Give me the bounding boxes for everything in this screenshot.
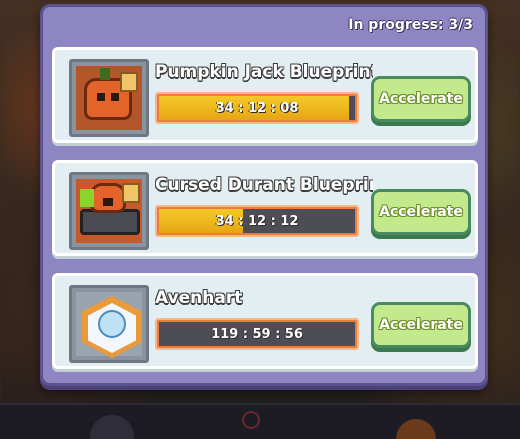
queue-item: Cursed Durant Blueprint 34 : 12 : 12 Acc… [52, 160, 478, 256]
timer-text: 34 : 12 : 08 [215, 100, 299, 116]
timer-text: 119 : 59 : 56 [211, 326, 303, 342]
pumpkin-jack-icon [69, 59, 149, 137]
progress-bar: 119 : 59 : 56 [155, 318, 359, 350]
progress-bar: 34 : 12 : 12 [155, 205, 359, 237]
item-title: Avenhart [155, 288, 243, 308]
item-title: Pumpkin Jack Blueprint [155, 62, 373, 82]
accelerate-button[interactable]: Accelerate [371, 76, 471, 122]
bottom-nav-bar [0, 403, 520, 439]
avenhart-portrait-icon [69, 285, 149, 363]
queue-status-label: In progress: 3/3 [348, 17, 473, 33]
timer-text: 34 : 12 : 12 [215, 213, 299, 229]
queue-item: Avenhart 119 : 59 : 56 Accelerate [52, 273, 478, 369]
production-queue-panel: In progress: 3/3 Pumpkin Jack Blueprint … [40, 4, 488, 386]
nav-icon-left [90, 415, 134, 439]
nav-icon-center [242, 411, 260, 429]
nav-icon-right [396, 419, 436, 439]
progress-bar: 34 : 12 : 08 [155, 92, 359, 124]
queue-item: Pumpkin Jack Blueprint 34 : 12 : 08 Acce… [52, 47, 478, 143]
cursed-durant-icon [69, 172, 149, 250]
item-title: Cursed Durant Blueprint [155, 175, 373, 195]
accelerate-button[interactable]: Accelerate [371, 302, 471, 348]
accelerate-button[interactable]: Accelerate [371, 189, 471, 235]
